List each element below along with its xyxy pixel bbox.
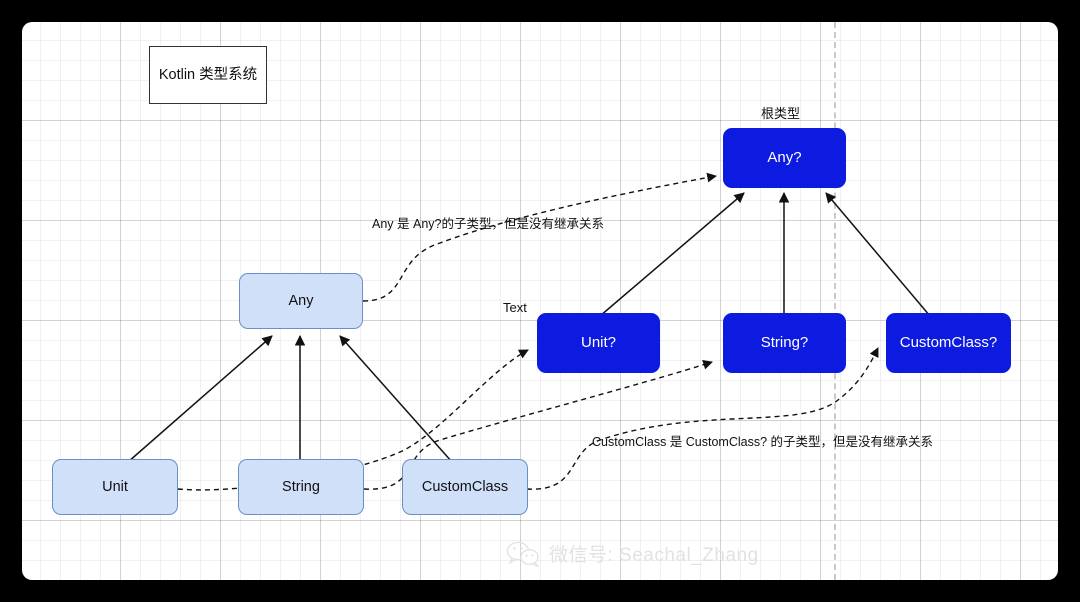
diagram-title-box: Kotlin 类型系统 bbox=[149, 46, 267, 104]
node-any-label: Any bbox=[288, 292, 314, 309]
edge-customclassnullable-to-anynullable bbox=[825, 192, 931, 317]
diagram-title-text: Kotlin 类型系统 bbox=[158, 66, 258, 83]
annotation-any-subtype: Any 是 Any?的子类型，但是没有继承关系 bbox=[372, 217, 604, 231]
annotation-customclass-subtype: CustomClass 是 CustomClass? 的子类型，但是没有继承关系 bbox=[592, 435, 934, 449]
node-any-nullable[interactable]: Any? bbox=[723, 128, 846, 188]
edge-any-to-anynullable-dashed bbox=[362, 172, 717, 302]
watermark: 微信号: Seachal_Zhang bbox=[506, 540, 759, 567]
node-customclass-nullable[interactable]: CustomClass? bbox=[886, 313, 1011, 373]
root-type-label: 根类型 bbox=[761, 106, 801, 121]
node-customclass[interactable]: CustomClass bbox=[402, 459, 528, 515]
edge-unit-to-any bbox=[127, 335, 273, 463]
node-any-nullable-label: Any? bbox=[767, 148, 802, 166]
node-unit-nullable-label: Unit? bbox=[580, 333, 617, 351]
node-string[interactable]: String bbox=[238, 459, 364, 515]
edge-unitnullable-to-anynullable bbox=[599, 192, 745, 317]
node-customclass-label: CustomClass bbox=[421, 478, 509, 495]
watermark-text: 微信号: Seachal_Zhang bbox=[549, 545, 759, 566]
screenshot-root: Kotlin 类型系统 根类型 Any? Any 是 Any?的子类型，但是没有… bbox=[0, 0, 1080, 602]
node-customclass-nullable-label: CustomClass? bbox=[899, 333, 998, 351]
node-unit-nullable[interactable]: Unit? bbox=[537, 313, 660, 373]
node-string-nullable[interactable]: String? bbox=[723, 313, 846, 373]
text-label: Text bbox=[503, 300, 527, 315]
node-any[interactable]: Any bbox=[239, 273, 363, 329]
node-string-label: String bbox=[282, 478, 320, 495]
node-string-nullable-label: String? bbox=[760, 333, 809, 351]
edge-customclass-to-any bbox=[339, 335, 453, 463]
node-unit-label: Unit bbox=[102, 478, 128, 495]
node-unit[interactable]: Unit bbox=[52, 459, 178, 515]
wechat-icon bbox=[506, 541, 540, 567]
